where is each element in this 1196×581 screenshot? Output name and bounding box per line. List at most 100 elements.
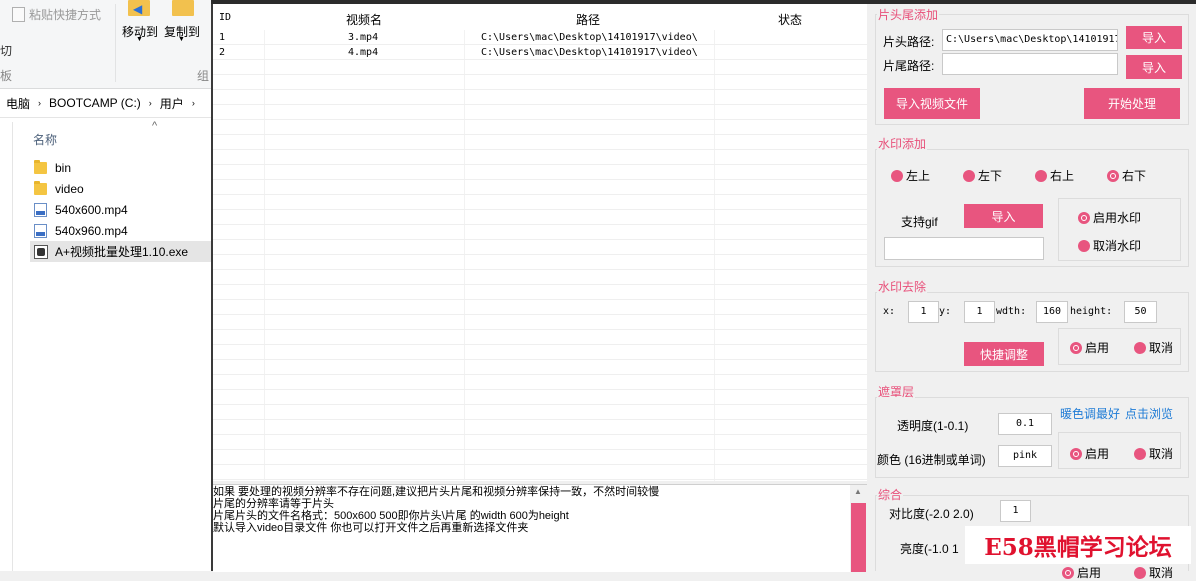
folder-icon: [34, 180, 47, 195]
radio-top-left[interactable]: 左上: [891, 167, 930, 184]
scroll-thumb[interactable]: [851, 503, 866, 572]
radio-dot-icon: [891, 169, 903, 182]
cut-label[interactable]: 切: [0, 42, 12, 59]
scroll-up-icon[interactable]: ▲: [854, 487, 862, 496]
contrast-label: 对比度(-2.0 2.0): [889, 507, 974, 521]
ribbon-separator: [115, 4, 116, 82]
log-textarea[interactable]: 如果 要处理的视频分辨率不存在问题,建议把片头片尾和视频分辨率保持一致，不然时间…: [213, 484, 867, 572]
forum-watermark-text: E58黑帽学习论坛: [984, 534, 1172, 561]
x-input[interactable]: 1: [908, 301, 939, 323]
breadcrumb-divider: [0, 117, 211, 118]
watermark-path-input[interactable]: [884, 237, 1044, 260]
radio-label: 启用水印: [1093, 211, 1142, 225]
radio-dot-icon: [1035, 169, 1047, 182]
log-line: 默认导入video目录文件 你也可以打开文件之后再重新选择文件夹: [213, 522, 529, 534]
copy-to-button[interactable]: 复制到 ▼: [162, 0, 202, 48]
log-line: 片尾片头的文件名格式：500x600 500即你片头\片尾 的width 600…: [213, 510, 569, 522]
head-path-input[interactable]: C:\Users\mac\Desktop\14101917: [942, 29, 1118, 51]
radio-enable-mask[interactable]: 启用: [1070, 445, 1109, 462]
radio-label: 左上: [906, 169, 931, 183]
list-item[interactable]: video: [30, 178, 211, 199]
file-name: 540x960.mp4: [55, 223, 128, 238]
breadcrumb-item[interactable]: 用户: [160, 95, 184, 112]
warm-tone-hint: 暖色调最好: [1060, 407, 1121, 421]
radio-enable-watermark[interactable]: 启用水印: [1078, 209, 1141, 226]
x-label: x:: [883, 306, 896, 317]
log-scrollbar[interactable]: ▲: [850, 485, 867, 572]
opacity-label: 透明度(1-0.1): [897, 419, 969, 433]
import-tail-button[interactable]: 导入: [1126, 55, 1182, 79]
cell-name: 3.mp4: [348, 32, 379, 43]
cell-id: 2: [219, 47, 226, 58]
height-input[interactable]: 50: [1124, 301, 1157, 323]
cell-name: 4.mp4: [348, 47, 379, 58]
radio-cancel-remove[interactable]: 取消: [1134, 339, 1173, 356]
column-header-status[interactable]: 状态: [778, 11, 802, 28]
radio-label: 右下: [1122, 169, 1147, 183]
gif-support-label: 支持gif: [901, 215, 938, 229]
clipboard-group-label: 板: [0, 69, 13, 83]
video-file-icon: [34, 223, 47, 238]
table-row[interactable]: 2 4.mp4 C:\Users\mac\Desktop\14101917\vi…: [213, 46, 867, 61]
radio-bottom-right[interactable]: 右下: [1107, 167, 1146, 184]
radio-cancel-mask[interactable]: 取消: [1134, 445, 1173, 462]
column-header-name[interactable]: 视频名: [346, 11, 382, 28]
color-input[interactable]: pink: [998, 445, 1052, 467]
breadcrumb[interactable]: 电脑 › BOOTCAMP (C:) › 用户 ›: [0, 92, 211, 114]
list-item[interactable]: 540x960.mp4: [30, 220, 211, 241]
radio-dot-icon: [1134, 566, 1146, 579]
radio-enable-general[interactable]: 启用: [1062, 564, 1101, 581]
import-head-button[interactable]: 导入: [1126, 26, 1182, 49]
radio-top-right[interactable]: 右上: [1035, 167, 1074, 184]
radio-bottom-left[interactable]: 左下: [963, 167, 1002, 184]
general-title: 综合: [877, 486, 904, 503]
radio-dot-icon: [1078, 239, 1090, 252]
list-item[interactable]: A+视频批量处理1.10.exe: [30, 241, 211, 262]
brightness-label: 亮度(-1.0 1: [900, 542, 959, 556]
radio-selected-icon: [1107, 169, 1119, 182]
opacity-input[interactable]: 0.1: [998, 413, 1052, 435]
file-name: bin: [55, 160, 72, 175]
move-to-button[interactable]: ◀ 移动到 ▼: [120, 0, 160, 48]
radio-label: 启用: [1077, 566, 1102, 580]
y-input[interactable]: 1: [964, 301, 995, 323]
chevron-down-icon: ▼: [178, 36, 185, 43]
y-label: y:: [939, 306, 952, 317]
radio-disable-watermark[interactable]: 取消水印: [1078, 237, 1141, 254]
breadcrumb-item[interactable]: BOOTCAMP (C:): [49, 96, 141, 110]
radio-label: 启用: [1085, 341, 1110, 355]
width-input[interactable]: 160: [1036, 301, 1068, 323]
radio-label: 启用: [1085, 447, 1110, 461]
log-line: 如果 要处理的视频分辨率不存在问题,建议把片头片尾和视频分辨率保持一致，不然时间…: [213, 486, 660, 498]
import-video-button[interactable]: 导入视频文件: [884, 88, 980, 119]
radio-cancel-general[interactable]: 取消: [1134, 564, 1173, 581]
radio-dot-icon: [1134, 447, 1146, 460]
watermark-title: 水印添加: [877, 135, 928, 152]
start-process-button[interactable]: 开始处理: [1084, 88, 1180, 119]
cell-path: C:\Users\mac\Desktop\14101917\video\: [481, 32, 698, 43]
color-label: 颜色 (16进制或单词): [877, 453, 986, 467]
column-header-id[interactable]: ID: [219, 12, 231, 23]
arrow-left-icon: ◀: [133, 2, 143, 16]
browse-link[interactable]: 点击浏览: [1125, 405, 1173, 422]
table-row[interactable]: 1 3.mp4 C:\Users\mac\Desktop\14101917\vi…: [213, 31, 867, 46]
list-item[interactable]: 540x600.mp4: [30, 199, 211, 220]
width-label: wdth:: [996, 306, 1027, 317]
folder-icon: [34, 159, 47, 174]
chevron-right-icon: ›: [148, 98, 152, 108]
tail-path-input[interactable]: [942, 53, 1118, 75]
breadcrumb-item[interactable]: 电脑: [6, 95, 30, 112]
paste-shortcut-button[interactable]: 粘贴快捷方式: [12, 6, 101, 23]
quick-adjust-button[interactable]: 快捷调整: [964, 342, 1044, 366]
column-header-name[interactable]: 名称: [33, 131, 57, 148]
list-item[interactable]: bin: [30, 157, 211, 178]
cell-path: C:\Users\mac\Desktop\14101917\video\: [481, 47, 698, 58]
cell-id: 1: [219, 32, 226, 43]
radio-enable-remove[interactable]: 启用: [1070, 339, 1109, 356]
import-watermark-button[interactable]: 导入: [964, 204, 1043, 228]
contrast-input[interactable]: 1: [1000, 500, 1031, 522]
column-header-path[interactable]: 路径: [576, 11, 600, 28]
nav-pane-strip: [0, 122, 13, 571]
chevron-up-icon[interactable]: ^: [152, 120, 157, 132]
tail-path-label: 片尾路径:: [883, 59, 935, 73]
